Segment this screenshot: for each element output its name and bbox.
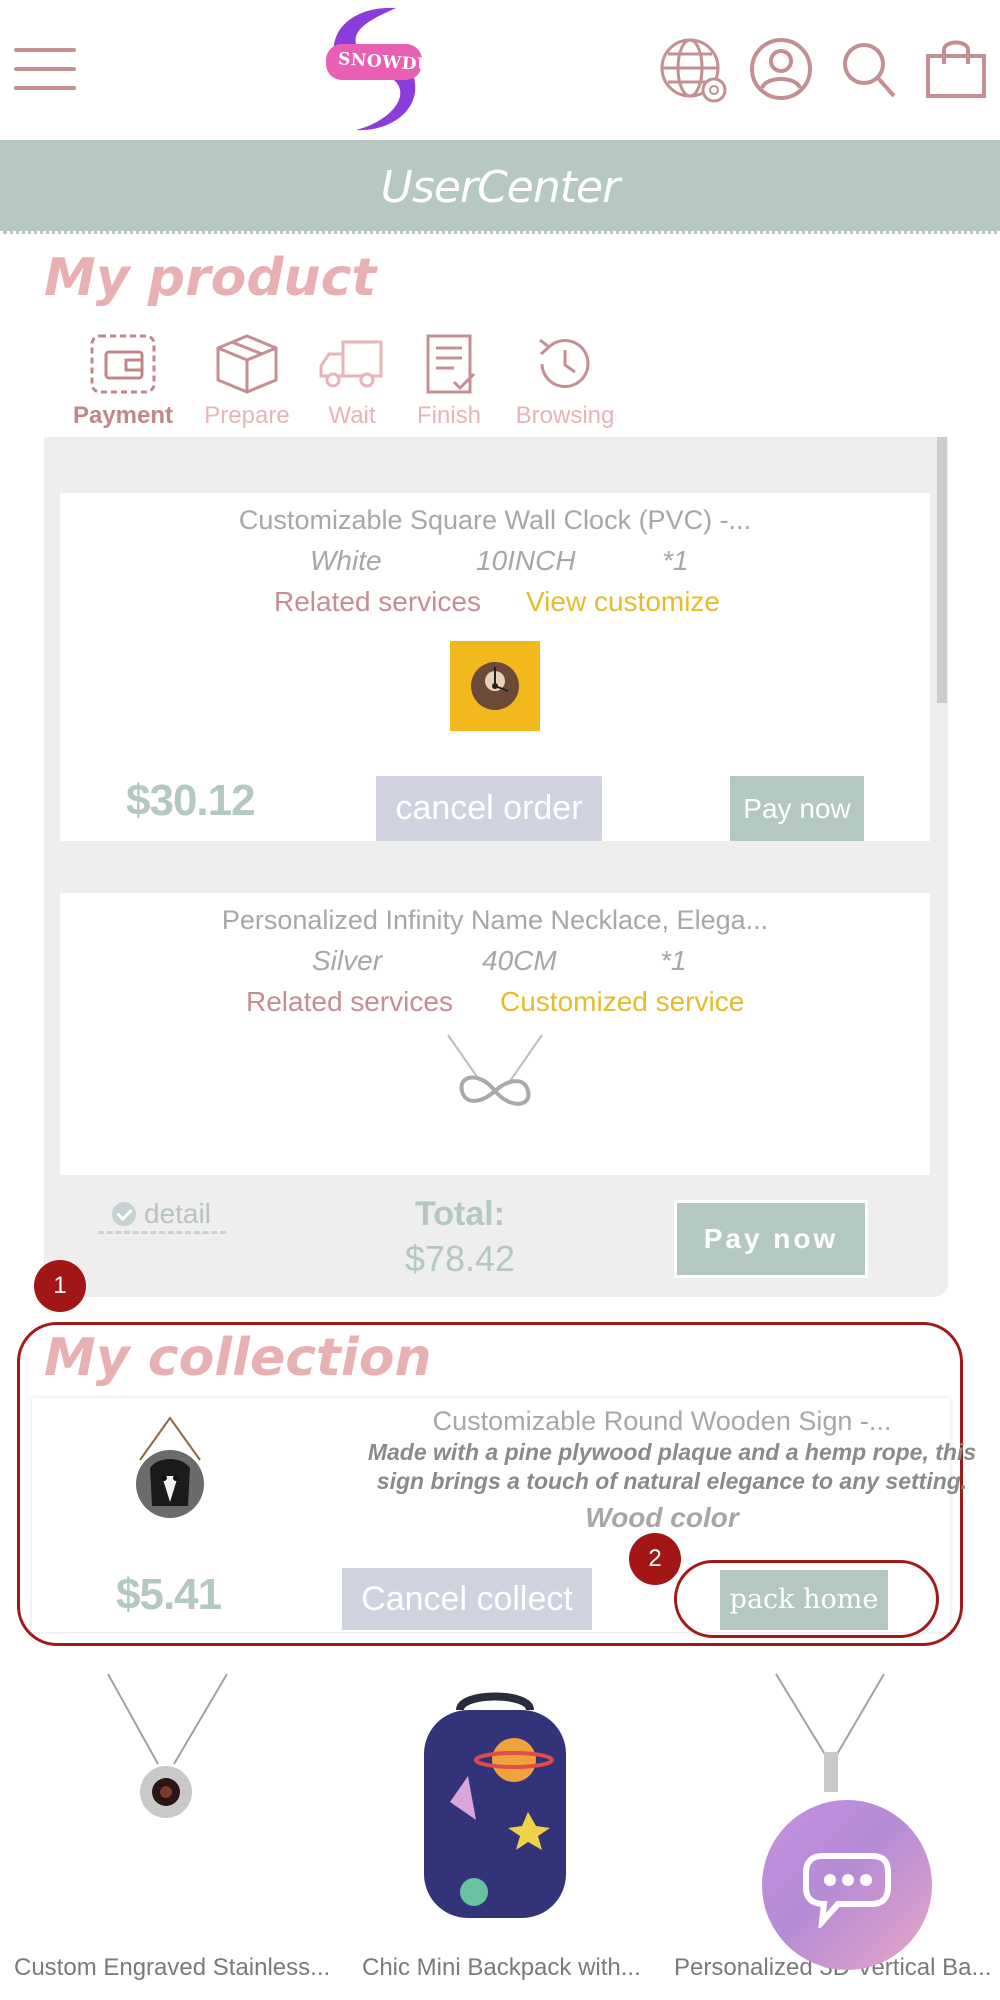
tab-finish-label: Finish (416, 402, 482, 429)
order-size: 40CM (482, 945, 557, 976)
search-icon[interactable] (840, 40, 898, 100)
necklace-image[interactable] (440, 1033, 550, 1121)
chat-bubble-icon (803, 1853, 891, 1928)
order-color: White (310, 545, 382, 576)
tab-prepare[interactable]: Prepare (187, 332, 307, 430)
cancel-collect-button[interactable]: Cancel collect (342, 1568, 592, 1630)
order-qty: *1 (660, 945, 687, 976)
tab-prepare-label: Prepare (204, 402, 290, 429)
tab-browsing[interactable]: Browsing (505, 332, 625, 430)
usercenter-bar: UserCenter (0, 140, 1000, 234)
related-services-link[interactable]: Related services (246, 986, 453, 1018)
order-card: Customizable Square Wall Clock (PVC) -..… (60, 493, 930, 841)
app-header: SNOWDUN (0, 0, 1000, 138)
pay-now-button[interactable]: Pay now (730, 776, 864, 841)
pack-home-button[interactable]: pack home (720, 1570, 888, 1630)
order-card: Personalized Infinity Name Necklace, Ele… (60, 893, 930, 1175)
pay-now-total-button[interactable]: Pay now (674, 1200, 868, 1278)
my-product-title: My product (44, 248, 377, 308)
related-services-link[interactable]: Related services (274, 586, 481, 618)
total-value: $78.42 (404, 1238, 516, 1279)
tab-finish[interactable]: Finish (389, 332, 509, 430)
cancel-order-button[interactable]: cancel order (376, 776, 602, 841)
order-title[interactable]: Personalized Infinity Name Necklace, Ele… (60, 905, 930, 936)
check-circle-icon (112, 1202, 136, 1226)
document-check-icon (426, 334, 476, 394)
box-icon (216, 334, 278, 394)
mini-backpack-image[interactable] (410, 1692, 580, 1922)
history-icon (539, 338, 590, 389)
engraved-necklace-image[interactable] (100, 1672, 235, 1822)
order-color: Silver (312, 945, 383, 976)
collection-item-price: $5.41 (116, 1570, 222, 1619)
wallet-icon (90, 334, 156, 394)
usercenter-title: UserCenter (380, 162, 620, 213)
total-label: Total: (414, 1195, 505, 1233)
tab-payment[interactable]: Payment (63, 332, 183, 430)
order-size: 10INCH (476, 545, 576, 576)
wall-clock-image[interactable] (450, 641, 540, 731)
truck-icon (319, 340, 383, 388)
collection-item-color: Wood color (585, 1502, 739, 1533)
vertical-bar-necklace-image[interactable] (770, 1672, 890, 1792)
collection-item-title[interactable]: Customizable Round Wooden Sign -... (352, 1406, 972, 1437)
annotation-badge-2: 2 (629, 1533, 681, 1585)
annotation-badge-1: 1 (34, 1260, 86, 1312)
detail-label: detail (144, 1198, 211, 1229)
order-title[interactable]: Customizable Square Wall Clock (PVC) -..… (60, 505, 930, 536)
recommended-item-name[interactable]: Custom Engraved Stainless... (14, 1954, 330, 1982)
collection-item-desc-1: Made with a pine plywood plaque and a he… (367, 1439, 977, 1465)
tab-payment-label: Payment (72, 402, 174, 429)
detail-toggle[interactable]: detail (98, 1198, 226, 1234)
order-qty: *1 (662, 545, 689, 576)
orders-scrollbar[interactable] (937, 437, 947, 703)
chat-button[interactable] (762, 1800, 932, 1970)
tab-browsing-label: Browsing (515, 402, 615, 429)
collection-item-desc-2: sign brings a touch of natural elegance … (376, 1468, 968, 1494)
my-collection-title: My collection (44, 1328, 432, 1388)
menu-icon[interactable] (14, 48, 76, 92)
order-price: $30.12 (126, 776, 256, 825)
wooden-sign-image[interactable] (130, 1416, 210, 1520)
globe-settings-icon[interactable] (658, 36, 730, 104)
recommended-item-name[interactable]: Chic Mini Backpack with... (362, 1954, 641, 1982)
view-customize-link[interactable]: View customize (526, 586, 720, 618)
user-icon[interactable] (748, 36, 814, 102)
shopping-bag-icon[interactable] (924, 36, 988, 100)
customized-service-link[interactable]: Customized service (500, 986, 744, 1018)
